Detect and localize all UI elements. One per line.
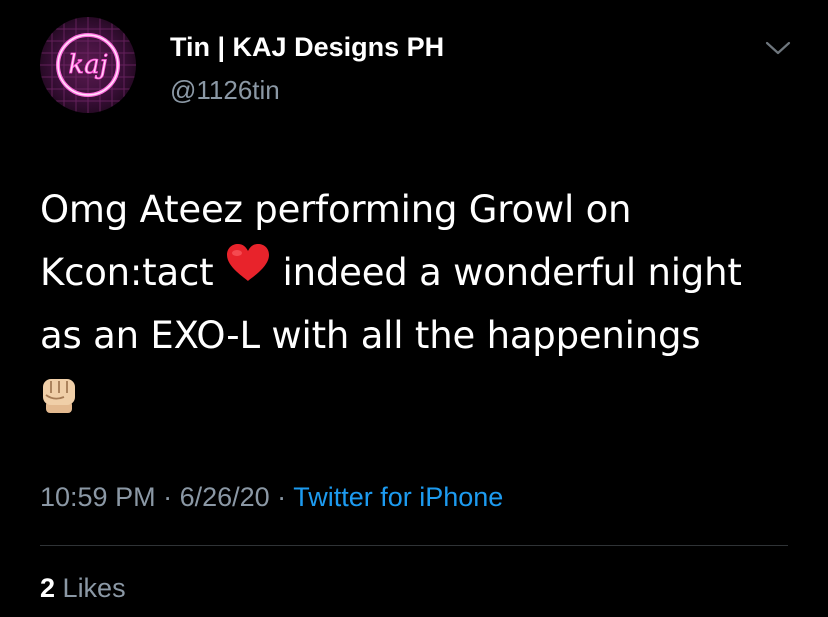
avatar-image: kaj (40, 17, 136, 113)
tweet-meta: 10:59 PM · 6/26/20 · Twitter for iPhone (40, 480, 503, 514)
tweet-detail: kaj Tin | KAJ Designs PH @1126tin Omg At… (0, 0, 828, 617)
tweet-line-segment: Kcon:tact (40, 251, 214, 294)
author-display-name[interactable]: Tin | KAJ Designs PH (170, 31, 444, 63)
tweet-source-link[interactable]: Twitter for iPhone (293, 482, 503, 512)
svg-text:kaj: kaj (68, 50, 107, 80)
divider (40, 545, 788, 546)
avatar[interactable]: kaj (40, 17, 136, 113)
tweet-line (40, 367, 800, 430)
tweet-time[interactable]: 10:59 PM (40, 482, 156, 512)
chevron-down-icon[interactable] (763, 38, 793, 58)
tweet-text: Omg Ateez performing Growl on Kcon:tact … (40, 178, 800, 430)
tweet-line: Kcon:tact indeed a wonderful night (40, 241, 800, 304)
meta-separator: · (155, 482, 180, 512)
likes-stat[interactable]: 2 Likes (40, 571, 126, 605)
raised-fist-emoji-icon (40, 371, 78, 434)
tweet-date[interactable]: 6/26/20 (180, 482, 270, 512)
tweet-line-segment: indeed a wonderful night (282, 251, 742, 294)
tweet-line: as an EXO-L with all the happenings (40, 314, 701, 357)
red-heart-emoji-icon (225, 239, 271, 302)
tweet-line: Omg Ateez performing Growl on (40, 188, 632, 231)
author-handle[interactable]: @1126tin (170, 74, 280, 106)
likes-label: Likes (62, 573, 126, 603)
likes-count: 2 (40, 573, 56, 603)
meta-separator: · (269, 482, 294, 512)
